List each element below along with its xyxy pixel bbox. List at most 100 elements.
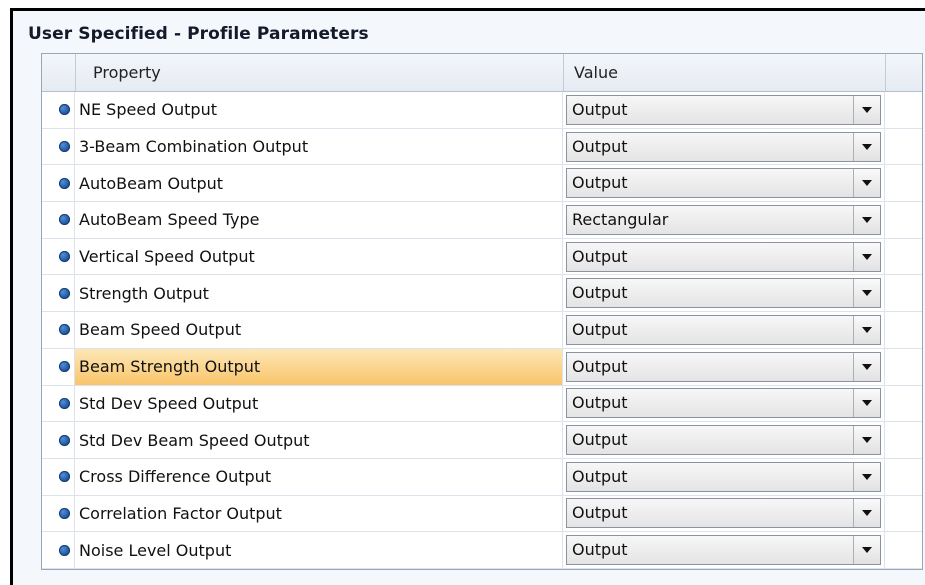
table-row[interactable]: Strength Output Output (42, 275, 922, 313)
chevron-down-icon (862, 400, 872, 407)
dropdown-button[interactable] (853, 499, 880, 528)
value-dropdown-text: Output (572, 466, 628, 486)
panel-title: User Specified - Profile Parameters (28, 24, 369, 44)
value-dropdown-text: Output (572, 246, 628, 266)
bullet-icon (59, 104, 70, 116)
bullet-icon (59, 214, 70, 226)
property-name[interactable]: Noise Level Output (75, 532, 563, 568)
value-dropdown-text: Output (572, 319, 628, 339)
property-name[interactable]: Std Dev Speed Output (75, 385, 563, 422)
dropdown-button[interactable] (853, 462, 880, 491)
property-name[interactable]: Cross Difference Output (75, 458, 563, 495)
bullet-icon (59, 544, 70, 556)
property-name[interactable]: Vertical Speed Output (75, 238, 563, 275)
dropdown-button[interactable] (853, 169, 880, 198)
value-dropdown-text: Output (572, 136, 628, 156)
property-name[interactable]: Std Dev Beam Speed Output (75, 422, 563, 458)
dropdown-button[interactable] (853, 205, 880, 234)
row-marker-cell (42, 458, 75, 495)
chevron-down-icon (862, 216, 872, 223)
chevron-down-icon (862, 547, 872, 554)
value-dropdown-text: Rectangular (572, 209, 669, 229)
table-row[interactable]: AutoBeam Speed Type Rectangular (42, 202, 922, 239)
table-row[interactable]: Beam Speed Output Output (42, 312, 922, 349)
chevron-down-icon (862, 326, 872, 333)
row-marker-cell (42, 165, 75, 202)
value-dropdown[interactable]: Output (566, 425, 881, 456)
chevron-down-icon (862, 143, 872, 150)
table-row[interactable]: Cross Difference Output Output (42, 458, 922, 496)
row-marker-cell (42, 385, 75, 422)
table-row[interactable]: Correlation Factor Output Output (42, 495, 922, 533)
value-dropdown[interactable]: Output (566, 388, 881, 419)
property-name[interactable]: Beam Strength Output (75, 348, 563, 385)
dropdown-button[interactable] (853, 536, 880, 565)
table-row[interactable]: Beam Strength Output Output (42, 348, 922, 386)
value-cell: Output (563, 275, 885, 312)
dropdown-button[interactable] (853, 352, 880, 381)
property-name[interactable]: AutoBeam Speed Type (75, 202, 563, 238)
table-row[interactable]: Std Dev Beam Speed Output Output (42, 422, 922, 459)
dropdown-button[interactable] (853, 279, 880, 308)
value-dropdown[interactable]: Output (566, 131, 881, 162)
bullet-icon (59, 397, 70, 409)
property-name[interactable]: Beam Speed Output (75, 312, 563, 348)
bullet-icon (59, 251, 70, 263)
property-name[interactable]: Strength Output (75, 275, 563, 312)
bullet-icon (59, 507, 70, 519)
chevron-down-icon (862, 437, 872, 444)
value-cell: Output (563, 128, 885, 165)
value-dropdown[interactable]: Output (566, 351, 881, 382)
row-filler (885, 312, 922, 348)
row-filler (885, 275, 922, 311)
dropdown-button[interactable] (853, 426, 880, 455)
value-cell: Output (563, 532, 885, 568)
row-marker-cell (42, 275, 75, 312)
chevron-down-icon (862, 363, 872, 370)
table-row[interactable]: 3-Beam Combination Output Output (42, 128, 922, 166)
row-filler (885, 459, 922, 495)
value-dropdown[interactable]: Output (566, 168, 881, 199)
chevron-down-icon (862, 290, 872, 297)
property-grid: Property Value NE Speed Output Output 3-… (41, 53, 923, 570)
row-marker-cell (42, 495, 75, 532)
dropdown-button[interactable] (853, 242, 880, 271)
property-name[interactable]: 3-Beam Combination Output (75, 128, 563, 165)
value-dropdown[interactable]: Output (566, 498, 881, 529)
row-filler (885, 532, 922, 568)
chevron-down-icon (862, 510, 872, 517)
dropdown-button[interactable] (853, 315, 880, 344)
value-cell: Rectangular (563, 202, 885, 238)
row-marker-cell (42, 92, 75, 128)
value-cell: Output (563, 385, 885, 422)
value-dropdown-text: Output (572, 283, 628, 303)
value-cell: Output (563, 165, 885, 202)
value-dropdown[interactable]: Output (566, 314, 881, 345)
property-name[interactable]: AutoBeam Output (75, 165, 563, 202)
row-filler (885, 349, 922, 385)
chevron-down-icon (862, 106, 872, 113)
property-name[interactable]: NE Speed Output (75, 92, 563, 128)
column-header-property[interactable]: Property (76, 54, 564, 91)
value-dropdown[interactable]: Output (566, 241, 881, 272)
row-marker-cell (42, 422, 75, 458)
table-row[interactable]: Vertical Speed Output Output (42, 238, 922, 276)
value-dropdown[interactable]: Output (566, 278, 881, 309)
row-marker-cell (42, 128, 75, 165)
column-header-value[interactable]: Value (564, 54, 886, 91)
value-dropdown[interactable]: Output (566, 461, 881, 492)
value-dropdown[interactable]: Rectangular (566, 204, 881, 235)
property-name[interactable]: Correlation Factor Output (75, 495, 563, 532)
value-dropdown-text: Output (572, 430, 628, 450)
table-row[interactable]: Noise Level Output Output (42, 532, 922, 569)
value-dropdown[interactable]: Output (566, 535, 881, 566)
dropdown-button[interactable] (853, 389, 880, 418)
value-dropdown[interactable]: Output (566, 94, 881, 125)
dropdown-button[interactable] (853, 95, 880, 124)
table-row[interactable]: NE Speed Output Output (42, 92, 922, 129)
table-row[interactable]: Std Dev Speed Output Output (42, 385, 922, 423)
bullet-icon (59, 324, 70, 336)
value-dropdown-text: Output (572, 540, 628, 560)
table-row[interactable]: AutoBeam Output Output (42, 165, 922, 203)
dropdown-button[interactable] (853, 132, 880, 161)
